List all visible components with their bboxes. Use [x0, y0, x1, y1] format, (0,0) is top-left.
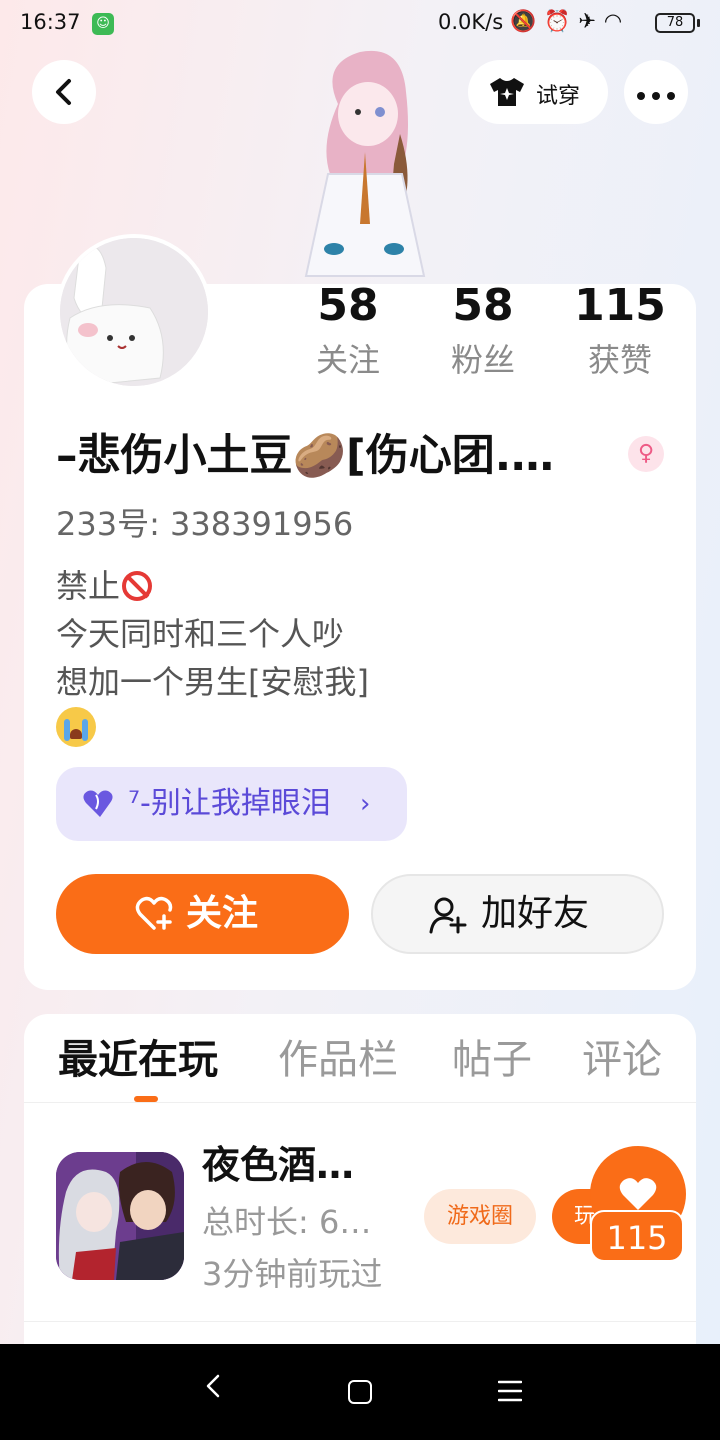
game-title[interactable]: 夜色酒… [202, 1140, 354, 1190]
follow-label: 关注 [186, 893, 259, 934]
chevron-right-icon: › [360, 789, 371, 819]
fan-group-label: ⁷-别让我掉眼泪 [128, 786, 331, 821]
game-circle-button[interactable]: 游戏圈 [424, 1189, 536, 1244]
bio-line-3: 想加一个男生[安慰我] [56, 663, 369, 701]
stat-value: 58 [452, 280, 514, 331]
prohibited-icon [122, 571, 153, 601]
try-on-button[interactable]: 试穿 [468, 60, 608, 124]
stat-following[interactable]: 58 关注 [293, 280, 403, 382]
stat-label: 关注 [315, 341, 380, 379]
bio: 禁止 今天同时和三个人吵 想加一个男生[安慰我] [56, 562, 369, 754]
stat-followers[interactable]: 58 粉丝 [428, 280, 538, 382]
wifi-icon: ◠ [603, 9, 631, 33]
add-friend-label: 加好友 [481, 893, 590, 934]
more-dots-icon [637, 92, 675, 100]
add-friend-button[interactable]: 加好友 [371, 874, 664, 954]
nav-menu-icon[interactable] [498, 1379, 522, 1403]
follow-button[interactable]: 关注 [56, 874, 349, 954]
heart-icon [619, 1178, 657, 1210]
tab-posts[interactable]: 帖子 [452, 1034, 532, 1086]
bio-line-1: 禁止 [56, 562, 369, 610]
gender-female-icon: ♀ [628, 436, 664, 472]
row-divider [24, 1321, 696, 1322]
game-last-played: 3分钟前玩过 [202, 1255, 383, 1293]
tshirt-icon [490, 78, 524, 106]
battery-icon: 78 [655, 13, 695, 33]
chevron-left-icon [56, 79, 71, 105]
status-icons: 🔕⏰✈◠ [510, 9, 630, 34]
game-icon[interactable] [56, 1152, 184, 1280]
stat-label: 粉丝 [450, 341, 515, 379]
like-count: 115 [590, 1210, 684, 1262]
network-speed: 0.0K/s [438, 10, 504, 34]
avatar[interactable] [56, 234, 212, 390]
tab-works[interactable]: 作品栏 [278, 1034, 398, 1086]
stat-value: 58 [317, 280, 379, 331]
app-notification-icon: ☺ [92, 13, 114, 35]
stat-likes[interactable]: 115 获赞 [565, 280, 675, 382]
fan-group-button[interactable]: ⁷-别让我掉眼泪 › [56, 767, 407, 841]
bio-line-1-text: 禁止 [56, 567, 121, 605]
nav-back-icon[interactable] [200, 1372, 228, 1400]
bell-off-icon: 🔕 [510, 9, 545, 33]
user-id[interactable]: 233号: 338391956 [56, 502, 353, 546]
tab-recently-played[interactable]: 最近在玩 [58, 1034, 218, 1086]
status-bar: 16:37 ☺ 0.0K/s 🔕⏰✈◠ 78 [0, 0, 720, 50]
crying-face-icon [56, 707, 96, 747]
try-on-label: 试穿 [536, 84, 581, 109]
airplane-icon: ✈ [578, 9, 604, 33]
heart-icon [83, 790, 113, 817]
avatar-costume-character[interactable] [290, 44, 440, 288]
game-duration: 总时长: 6… [202, 1203, 372, 1241]
nickname: –悲伤小土豆🥔[伤心团.… [56, 431, 555, 481]
avatar-image [60, 238, 208, 386]
status-time: 16:37 [20, 10, 81, 34]
alarm-icon: ⏰ [544, 9, 579, 33]
nav-home-icon[interactable] [348, 1380, 372, 1404]
user-plus-icon [429, 897, 467, 934]
tab-comments[interactable]: 评论 [582, 1034, 662, 1086]
battery-tip [697, 19, 700, 27]
back-button[interactable] [32, 60, 96, 124]
system-nav-bar [0, 1344, 720, 1440]
tab-divider [24, 1102, 696, 1103]
stat-value: 115 [574, 280, 666, 331]
stat-label: 获赞 [587, 341, 652, 379]
bio-line-4 [56, 706, 369, 754]
heart-plus-icon [135, 896, 173, 930]
more-options-button[interactable] [624, 60, 688, 124]
bio-line-2: 今天同时和三个人吵 [56, 615, 345, 653]
